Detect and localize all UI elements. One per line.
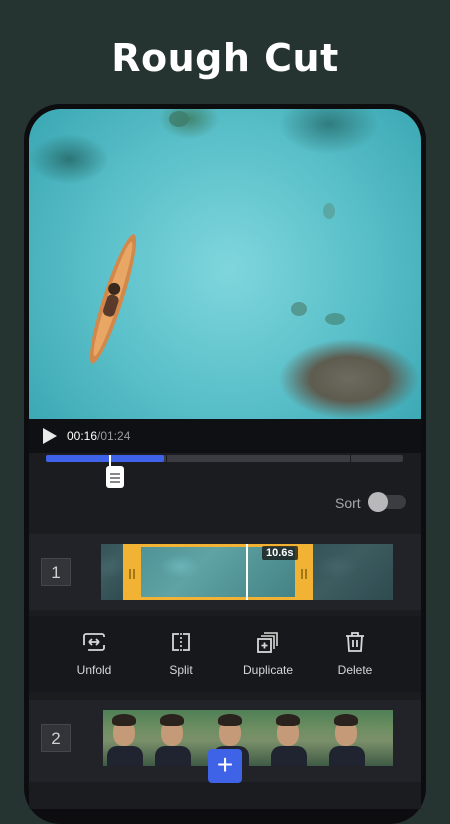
video-preview[interactable] (29, 109, 421, 419)
duplicate-label: Duplicate (242, 663, 294, 677)
clip-duration: 10.6s (262, 546, 298, 560)
sort-label: Sort (335, 495, 361, 511)
split-label: Split (169, 663, 193, 677)
split-icon (172, 633, 190, 651)
clip-frame (101, 544, 123, 600)
plus-icon: + (216, 749, 234, 780)
sort-toggle[interactable] (368, 492, 406, 512)
unfold-button[interactable]: Unfold (54, 616, 134, 692)
duplicate-button[interactable]: Duplicate (228, 616, 308, 692)
current-time: 00:16 (67, 429, 98, 443)
clip-index: 2 (41, 724, 71, 752)
clip-frame (313, 544, 393, 600)
progress-track[interactable] (46, 455, 403, 462)
trim-handle-left[interactable] (129, 569, 131, 579)
play-icon[interactable] (43, 428, 57, 444)
progress-divider (166, 455, 167, 462)
clip-split-line (246, 544, 248, 600)
delete-icon (346, 632, 364, 652)
boat-image (89, 111, 345, 364)
time-readout: 00:16/01:24 (67, 429, 130, 443)
clip-frame (267, 710, 325, 766)
sort-toggle-knob (368, 492, 388, 512)
unfold-icon (83, 633, 105, 651)
clip-toolbar: Unfold Split Duplicate Delete (29, 616, 421, 692)
playhead-handle[interactable] (106, 466, 124, 488)
clip-frame (103, 710, 151, 766)
playback-bar: 00:16/01:24 (29, 419, 421, 453)
add-clip-button[interactable]: + (208, 749, 242, 783)
duplicate-icon (257, 632, 278, 653)
unfold-label: Unfold (76, 663, 112, 677)
clip-index: 1 (41, 558, 71, 586)
headline: Rough Cut (111, 36, 339, 80)
total-time: /01:24 (97, 429, 131, 443)
delete-button[interactable]: Delete (315, 616, 395, 692)
trim-handle-right[interactable] (305, 569, 307, 579)
clip-frame (151, 710, 209, 766)
progress-fill (46, 455, 164, 462)
clip-strip[interactable] (103, 710, 393, 766)
split-button[interactable]: Split (141, 616, 221, 692)
delete-label: Delete (337, 663, 373, 677)
clip-frame (325, 710, 393, 766)
trim-handle-grip (301, 569, 303, 579)
trim-handle-grip (133, 569, 135, 579)
progress-divider (350, 455, 351, 462)
